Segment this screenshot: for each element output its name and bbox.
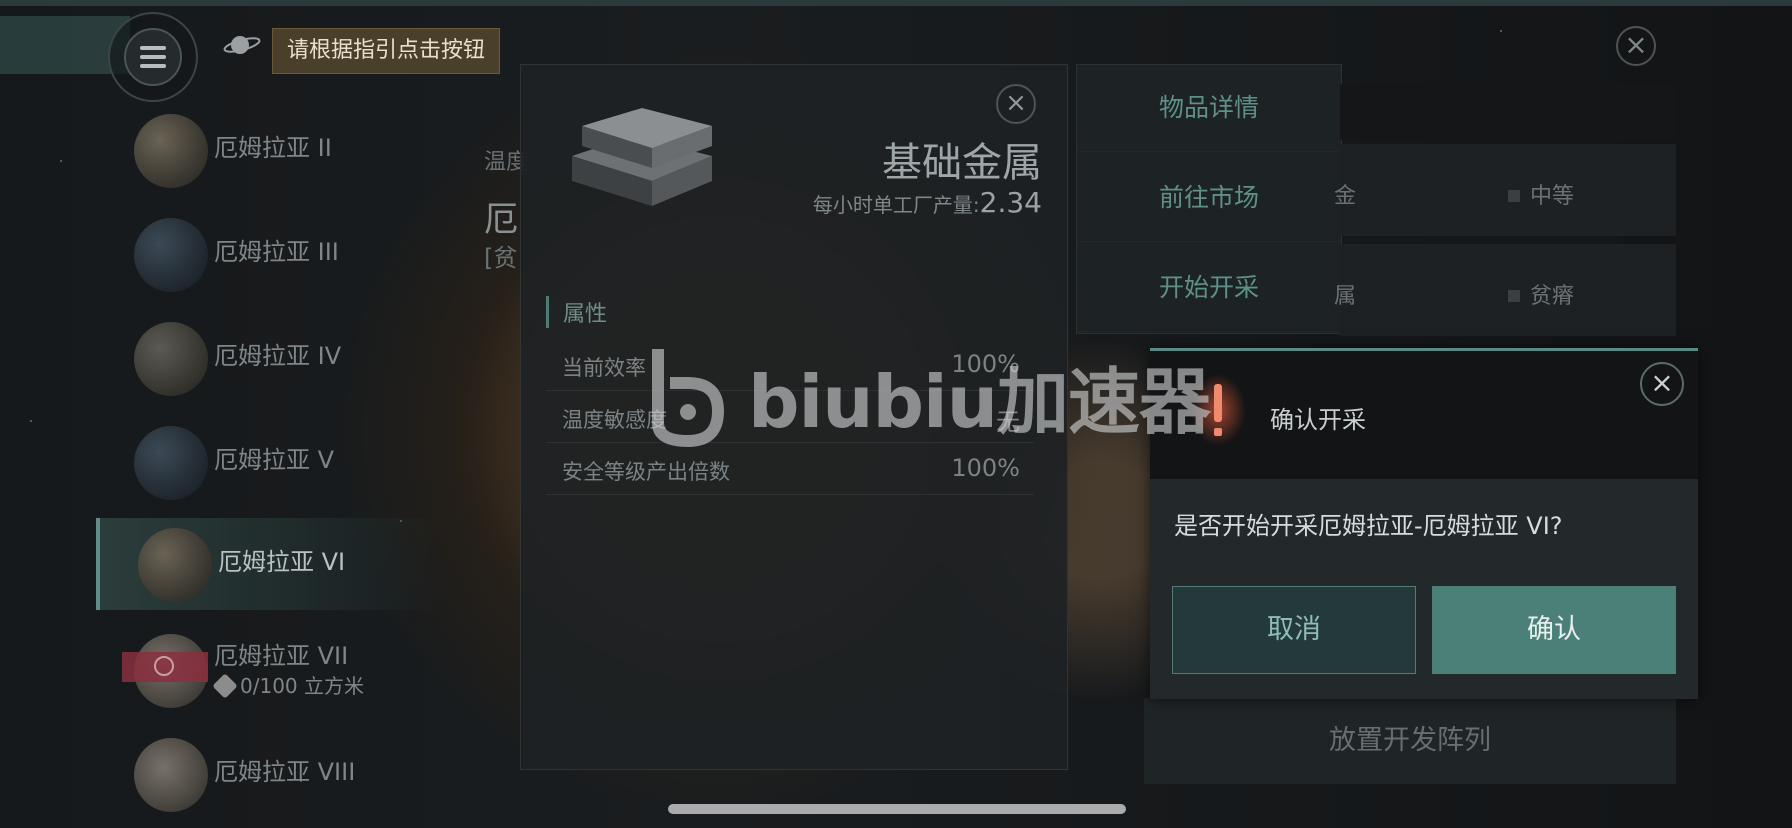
place-array-button[interactable]: 放置开发阵列 (1144, 698, 1676, 784)
watermark-text: biubiu加速器 (748, 359, 1211, 444)
planet-thumbnail (134, 114, 208, 188)
metal-ingot-icon (572, 108, 712, 206)
planet-icon (223, 36, 261, 54)
planet-name: 厄姆拉亚 VII (214, 642, 349, 670)
planet-name: 厄姆拉亚 V (214, 446, 335, 474)
planet-name: 厄姆拉亚 II (214, 134, 332, 162)
planet-name: 厄姆拉亚 VI (218, 548, 346, 576)
planet-thumbnail (134, 738, 208, 812)
close-icon[interactable]: × (1640, 362, 1684, 406)
planet-thumbnail (134, 426, 208, 500)
quality-label-partial: [贫 (484, 244, 518, 272)
planet-list-item-selected[interactable]: 厄姆拉亚 VI (96, 518, 440, 610)
planet-thumbnail (134, 322, 208, 396)
planet-list-item[interactable]: 厄姆拉亚 IV (96, 312, 436, 404)
menu-item-go-to-market[interactable]: 前往市场 (1077, 155, 1341, 242)
planet-list-item[interactable]: 厄姆拉亚 V (96, 416, 436, 508)
star (60, 160, 62, 162)
production-rate: 每小时单工厂产量:2.34 (812, 186, 1042, 219)
timer-badge (122, 652, 208, 682)
home-indicator[interactable] (668, 804, 1126, 814)
dialog-title: 确认开采 (1270, 406, 1366, 434)
attribute-value: 100% (951, 454, 1020, 482)
attribute-row: 安全等级产出倍数 100% (546, 444, 1034, 495)
planet-name: 厄姆拉亚 III (214, 238, 339, 266)
clock-icon (154, 656, 174, 676)
resource-table-row: 属 贫瘠 (1334, 244, 1676, 336)
planet-name: 厄姆拉亚 IV (214, 342, 342, 370)
resource-title: 基础金属 (882, 140, 1042, 186)
planet-thumbnail (134, 218, 208, 292)
confirm-button[interactable]: 确认 (1432, 586, 1676, 674)
drill-icon (212, 673, 238, 699)
planet-list-item[interactable]: 厄姆拉亚 III (96, 208, 436, 300)
context-menu: 物品详情 前往市场 开始开采 (1076, 64, 1342, 334)
planet-thumbnail (138, 528, 212, 602)
planet-list-item[interactable]: 厄姆拉亚 VIII (96, 728, 436, 820)
planet-name: 厄姆拉亚 VIII (214, 758, 356, 786)
planet-title-partial: 厄 (484, 200, 518, 240)
menu-button[interactable] (108, 12, 198, 102)
star (1500, 30, 1502, 32)
cancel-button[interactable]: 取消 (1172, 586, 1416, 674)
menu-icon (124, 28, 182, 86)
storage-capacity: 0/100 立方米 (212, 670, 364, 699)
close-icon[interactable]: × (1616, 26, 1656, 66)
resource-quality: 贫瘠 (1508, 278, 1574, 310)
attribute-label: 安全等级产出倍数 (562, 460, 730, 484)
resource-table-header (1340, 84, 1676, 140)
watermark: biubiu加速器 (646, 340, 1211, 450)
planet-list-item[interactable]: 厄姆拉亚 II (96, 104, 436, 196)
close-icon[interactable]: × (996, 84, 1036, 124)
attributes-heading: 属性 (546, 296, 607, 328)
resource-name-partial: 属 (1334, 284, 1357, 309)
top-border (0, 0, 1792, 6)
star (30, 420, 32, 422)
attribute-label: 当前效率 (562, 356, 646, 380)
resource-name-partial: 金 (1334, 184, 1357, 209)
resource-table-row: 金 中等 (1334, 144, 1676, 236)
resource-quality: 中等 (1508, 178, 1574, 210)
guide-tooltip: 请根据指引点击按钮 (272, 28, 501, 74)
dialog-message: 是否开始开采厄姆拉亚-厄姆拉亚 VI? (1174, 512, 1563, 540)
menu-item-start-mining[interactable]: 开始开采 (1077, 245, 1341, 332)
menu-item-item-details[interactable]: 物品详情 (1077, 65, 1341, 152)
watermark-logo-icon (652, 349, 724, 447)
